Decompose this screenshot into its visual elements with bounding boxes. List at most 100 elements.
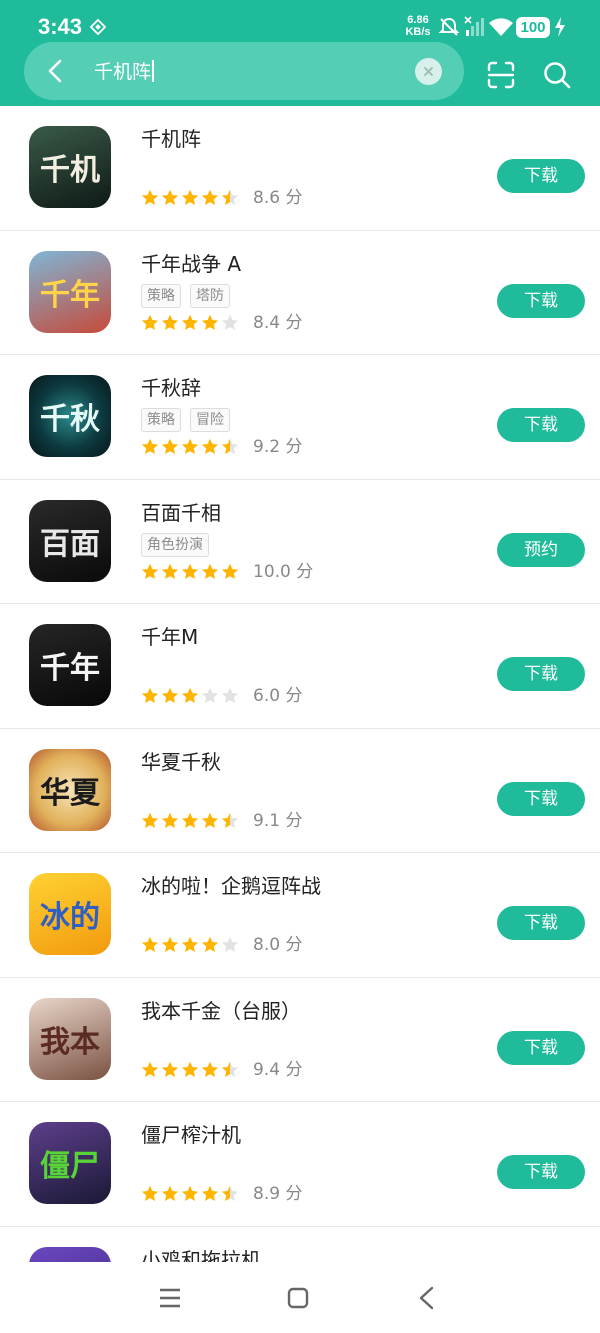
app-title[interactable]: 华夏千秋 (141, 749, 221, 775)
clear-search-button[interactable] (415, 58, 442, 85)
star-empty-icon (221, 936, 239, 952)
star-full-icon (161, 812, 179, 828)
system-navigation-bar (0, 1262, 600, 1333)
app-title[interactable]: 僵尸榨汁机 (141, 1122, 241, 1148)
app-list-item[interactable]: 冰的 冰的啦！企鹅逗阵战 8.0 分 下载 (0, 853, 600, 978)
app-score: 6.0 分 (253, 686, 303, 706)
app-icon[interactable]: 华夏 (29, 748, 111, 831)
star-full-icon (201, 812, 219, 828)
category-tag: 角色扮演 (141, 532, 209, 557)
status-bar: 3:43 6.86 KB/s 100 (0, 0, 600, 44)
home-icon[interactable] (287, 1287, 309, 1309)
search-results-list: 千机 千机阵 8.6 分下载 千年 千年战争 A 策略 塔防 8.4 分下载 千秋 千秋辞 策略 冒险… (0, 106, 600, 1333)
app-tags: 策略 塔防 (141, 283, 239, 310)
app-score: 8.0 分 (253, 935, 303, 955)
app-icon[interactable]: 千年 (29, 624, 111, 706)
category-tag: 冒险 (190, 408, 230, 432)
close-icon (424, 67, 433, 76)
star-full-icon (181, 936, 199, 952)
star-full-icon (221, 563, 239, 579)
charging-icon (555, 17, 565, 37)
star-full-icon (181, 687, 199, 703)
star-half-icon (221, 438, 239, 454)
star-half-icon (221, 812, 239, 828)
download-button[interactable]: 下载 (497, 657, 585, 691)
reserve-button[interactable]: 预约 (497, 532, 585, 567)
app-icon[interactable]: 僵尸 (29, 1122, 111, 1204)
star-full-icon (161, 314, 179, 330)
app-icon[interactable]: 千机 (29, 126, 111, 208)
app-list-item[interactable]: 我本 我本千金（台服） 9.4 分 下载 (0, 978, 600, 1102)
scan-icon[interactable] (486, 60, 516, 90)
app-score: 10.0 分 (253, 561, 314, 582)
app-title[interactable]: 千机阵 (141, 126, 201, 152)
app-score: 8.6 分 (253, 188, 303, 208)
back-icon[interactable] (42, 57, 70, 85)
star-full-icon (161, 936, 179, 952)
app-list-item[interactable]: 僵尸 僵尸榨汁机 8.9 分 下载 (0, 1102, 600, 1227)
app-icon[interactable]: 千秋 (29, 375, 111, 457)
download-button[interactable]: 下载 (497, 408, 585, 442)
app-title[interactable]: 千年M (141, 624, 198, 650)
app-icon-art: 我本 (40, 1024, 100, 1060)
menu-icon[interactable] (159, 1287, 181, 1309)
app-list-item[interactable]: 千年 千年战争 A 策略 塔防 8.4 分 下载 (0, 231, 600, 355)
signal-icon (464, 16, 484, 36)
star-full-icon (201, 936, 219, 952)
star-full-icon (161, 189, 179, 205)
app-tags: 角色扮演 (141, 532, 218, 559)
star-full-icon (141, 314, 159, 330)
app-icon[interactable]: 我本 (29, 997, 111, 1080)
category-tag: 策略 (141, 408, 181, 432)
app-title[interactable]: 千秋辞 (141, 375, 201, 401)
star-full-icon (141, 438, 159, 454)
star-full-icon (181, 189, 199, 205)
star-full-icon (201, 1185, 219, 1201)
app-title[interactable]: 百面千相 (141, 500, 221, 526)
search-icon[interactable] (542, 60, 572, 90)
download-button[interactable]: 下载 (497, 1030, 585, 1065)
app-list-item[interactable]: 千机 千机阵 8.6 分 下载 (0, 106, 600, 231)
text-caret (152, 60, 154, 82)
wifi-icon (489, 18, 513, 36)
star-full-icon (181, 812, 199, 828)
star-full-icon (201, 438, 219, 454)
search-input[interactable]: 千机阵 (94, 58, 394, 86)
app-icon-art: 僵尸 (40, 1149, 100, 1184)
app-icon[interactable]: 千年 (29, 250, 111, 333)
app-icon[interactable]: 百面 (29, 499, 111, 582)
app-score: 9.1 分 (253, 810, 303, 831)
star-half-icon (221, 1061, 239, 1077)
nav-back-icon[interactable] (417, 1286, 437, 1310)
app-score: 9.2 分 (253, 437, 303, 457)
app-score: 8.4 分 (253, 312, 303, 333)
download-button[interactable]: 下载 (497, 159, 585, 193)
app-list-item[interactable]: 千秋 千秋辞策略 冒险 9.2 分 下载 (0, 355, 600, 480)
star-full-icon (161, 687, 179, 703)
network-speed: 6.86 KB/s (405, 14, 431, 38)
app-list-item[interactable]: 百面 百面千相角色扮演 10.0 分 预约 (0, 480, 600, 604)
app-title[interactable]: 冰的啦！企鹅逗阵战 (141, 873, 321, 899)
app-title[interactable]: 千年战争 A (141, 251, 241, 277)
star-full-icon (181, 563, 199, 579)
app-icon-art: 千秋 (40, 402, 100, 437)
star-full-icon (141, 189, 159, 205)
star-full-icon (181, 1185, 199, 1201)
app-icon-art: 华夏 (40, 775, 100, 811)
download-button[interactable]: 下载 (497, 283, 585, 318)
download-button[interactable]: 下载 (497, 906, 585, 940)
star-half-icon (221, 189, 239, 205)
app-icon-art: 千年 (40, 651, 100, 686)
app-list-item[interactable]: 千年 千年M 6.0 分 下载 (0, 604, 600, 729)
download-button[interactable]: 下载 (497, 1155, 585, 1189)
star-full-icon (141, 563, 159, 579)
star-empty-icon (221, 314, 239, 330)
app-notification-icon (90, 19, 106, 35)
star-full-icon (161, 1061, 179, 1077)
app-icon[interactable]: 冰的 (29, 873, 111, 955)
download-button[interactable]: 下载 (497, 781, 585, 816)
app-tags: 策略 冒险 (141, 408, 239, 434)
app-title[interactable]: 我本千金（台服） (141, 998, 301, 1024)
app-icon-art: 冰的 (40, 900, 100, 935)
app-list-item[interactable]: 华夏 华夏千秋 9.1 分 下载 (0, 729, 600, 853)
